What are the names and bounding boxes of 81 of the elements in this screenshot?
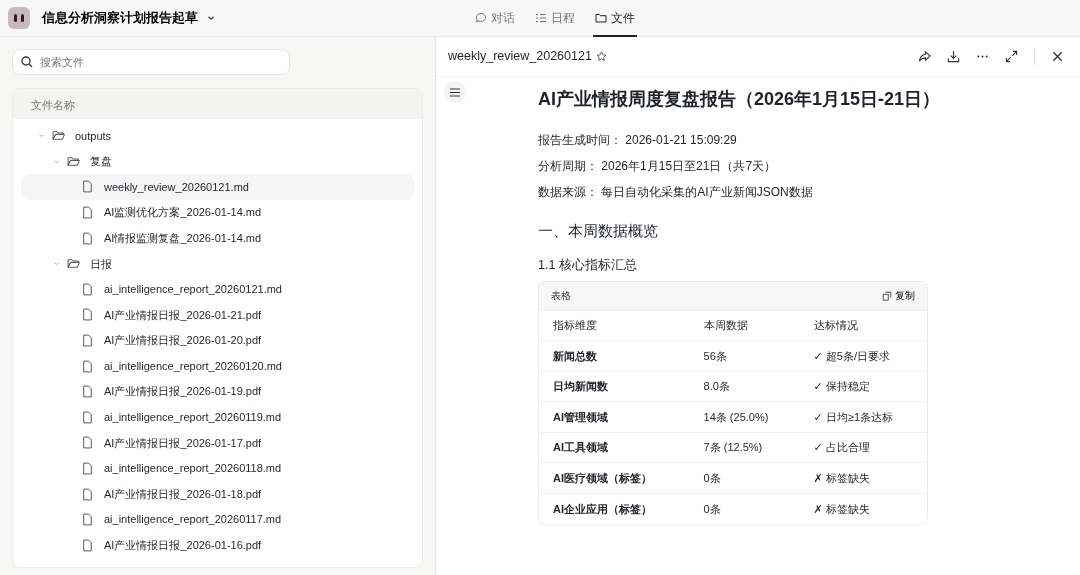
file-icon (81, 359, 94, 373)
outline-menu-button[interactable] (444, 81, 466, 103)
close-icon (1051, 50, 1064, 63)
file-row[interactable]: ai_intelligence_report_20260117.md (21, 506, 414, 533)
folder-row[interactable]: 日报 (21, 250, 414, 277)
file-icon (81, 487, 94, 501)
table-cell: 7条 (12.5%) (689, 432, 800, 463)
folder-row[interactable]: outputs (21, 123, 414, 149)
file-icon (81, 231, 94, 245)
app-logo-icon (8, 7, 30, 29)
metadata-line: 报告生成时间： 2026-01-21 15:09:29 (538, 131, 738, 149)
file-icon (81, 538, 94, 552)
document-title: AI产业情报周度复盘报告（2026年1月15日-21日） (538, 89, 942, 111)
folder-icon (67, 154, 80, 168)
folder-icon (595, 11, 607, 24)
table-cell: ✓ 超5条/日要求 (799, 341, 927, 372)
table-cell: AI医疗领域（标签） (539, 463, 690, 494)
table-caption: 表格 (551, 289, 571, 304)
search-field[interactable]: 搜索文件 (12, 49, 290, 75)
column-header: 本周数据 (689, 310, 800, 341)
download-icon (947, 50, 960, 63)
expand-icon (1005, 50, 1018, 63)
file-row[interactable]: AI产业情报日报_2026-01-21.pdf (21, 302, 414, 328)
table-cell: 0条 (689, 463, 800, 494)
section-heading: 一、本周数据概览 (538, 222, 659, 240)
file-icon (81, 436, 94, 450)
file-row[interactable]: AI情报监测复盘_2026-01-14.md (21, 225, 414, 251)
table-cell: ✓ 日均≥1条达标 (799, 402, 927, 433)
table-cell: 日均新闻数 (539, 371, 690, 402)
table-cell: 14条 (25.0%) (689, 402, 800, 433)
file-row[interactable]: AI产业情报日报_2026-01-16.pdf (21, 532, 414, 559)
file-icon (81, 334, 94, 348)
file-row[interactable]: ai_intelligence_report_20260118.md (21, 455, 414, 482)
file-row[interactable]: ai_intelligence_report_20260120.md (21, 353, 414, 379)
tab[interactable]: 日程 (533, 0, 577, 37)
folder-row[interactable]: 复盘 (21, 148, 414, 175)
file-icon (81, 282, 94, 296)
file-title: weekly_review_20260121 (448, 48, 592, 66)
table-cell: ✗ 标签缺失 (799, 493, 927, 524)
copy-button[interactable]: 复制 (882, 288, 915, 304)
file-row[interactable]: ai_intelligence_report_20260121.md (21, 276, 414, 303)
column-header: 文件名称 (13, 89, 422, 119)
folder-icon (67, 257, 80, 271)
file-icon (81, 385, 94, 399)
folder-icon (52, 129, 65, 143)
menu-icon (450, 87, 460, 97)
file-row[interactable]: AI产业情报日报_2026-01-20.pdf (21, 327, 414, 354)
table-cell: 8.0条 (689, 371, 800, 402)
file-row[interactable]: AI产业情报日报_2026-01-17.pdf (21, 430, 414, 456)
file-icon (81, 462, 94, 475)
table-cell: AI工具领域 (539, 432, 690, 463)
table-cell: ✓ 占比合理 (799, 432, 927, 463)
file-row[interactable]: AI产业情报日报_2026-01-18.pdf (21, 481, 414, 507)
table-cell: 新闻总数 (539, 341, 690, 372)
table-cell: AI管理领域 (539, 402, 690, 433)
file-icon (81, 513, 94, 527)
star-icon[interactable] (595, 51, 607, 62)
table-cell: ✓ 保持稳定 (799, 371, 927, 402)
column-header: 指标维度 (539, 310, 690, 341)
file-row[interactable]: weekly_review_20260121.md (21, 174, 414, 200)
tab[interactable]: 对话 (473, 0, 517, 37)
speech-bubble-icon (475, 11, 487, 24)
file-row[interactable]: AI监测优化方案_2026-01-14.md (21, 199, 414, 226)
column-header: 达标情况 (799, 310, 927, 341)
file-icon (81, 180, 94, 194)
file-icon (81, 308, 94, 322)
list-icon (535, 11, 547, 24)
table-cell: AI企业应用（标签） (539, 493, 690, 524)
file-row[interactable]: AI产业情报日报_2026-01-19.pdf (21, 378, 414, 405)
metadata-line: 数据来源： 每日自动化采集的AI产业新闻JSON数据 (538, 183, 814, 201)
file-icon (81, 206, 94, 220)
file-icon (81, 410, 94, 424)
table-cell: ✗ 标签缺失 (799, 463, 927, 494)
share-icon (918, 50, 931, 63)
metadata-line: 分析周期： 2026年1月15日至21日（共7天） (538, 157, 778, 175)
file-row[interactable]: ai_intelligence_report_20260119.md (21, 404, 414, 431)
table-cell: 56条 (689, 341, 800, 372)
table-cell: 0条 (689, 493, 800, 524)
subsection-heading: 1.1 核心指标汇总 (538, 258, 638, 273)
copy-icon (882, 291, 892, 301)
project-title-dropdown[interactable]: 信息分析洞察计划报告起草 (38, 4, 220, 32)
